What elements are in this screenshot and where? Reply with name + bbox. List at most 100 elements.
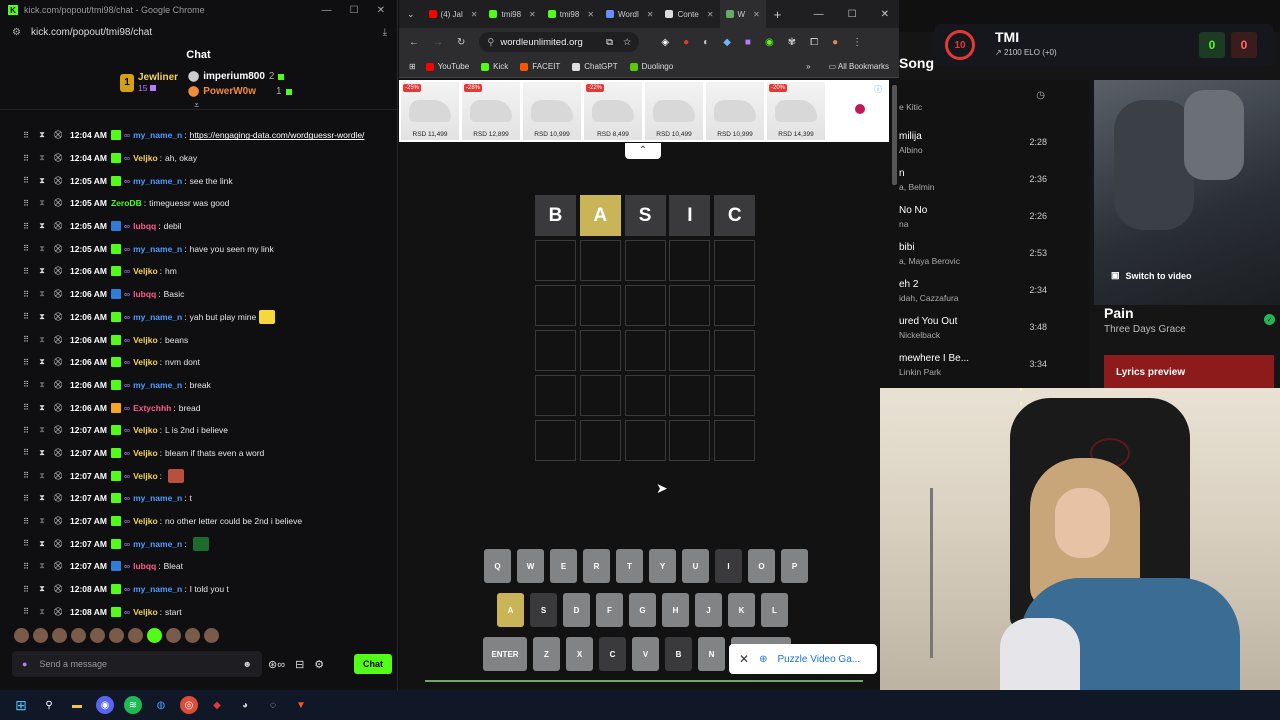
pin-icon[interactable]: ⠿ (22, 267, 30, 276)
ban-icon[interactable]: ⛒ (54, 380, 62, 390)
message-username[interactable]: my_name_n (133, 312, 182, 322)
switch-to-video-button[interactable]: ▣ Switch to video (1111, 270, 1192, 281)
emote-icon[interactable] (14, 628, 29, 643)
pin-icon[interactable]: ⠿ (22, 585, 30, 594)
timeout-icon[interactable]: ⧗ (38, 516, 46, 526)
browser-tab[interactable]: W ✕ (719, 0, 766, 28)
timeout-icon[interactable]: ⧗ (38, 289, 46, 299)
scrollbar[interactable] (892, 85, 897, 185)
browser-tab[interactable]: tmi98 ✕ (483, 0, 541, 28)
ad-product[interactable]: -20% RSD 14,399 (767, 82, 825, 140)
pin-icon[interactable]: ⠿ (22, 426, 30, 435)
ban-icon[interactable]: ⛒ (54, 266, 62, 276)
site-settings-icon[interactable]: ⚙ (12, 27, 21, 38)
timeout-icon[interactable]: ⧗ (38, 607, 46, 617)
timeout-icon[interactable]: ⧗ (38, 176, 46, 186)
close-tab-icon[interactable]: ✕ (707, 10, 714, 19)
extension-icon[interactable]: ● (683, 37, 689, 48)
apps-icon[interactable]: ⊞ (409, 62, 416, 71)
menu-icon[interactable]: ⋮ (852, 37, 862, 48)
keyboard-key[interactable]: P (781, 549, 808, 583)
new-tab-icon[interactable]: + (766, 7, 790, 22)
minimize-icon[interactable]: — (814, 9, 824, 20)
saved-check-icon[interactable]: ✓ (1264, 314, 1275, 325)
ban-icon[interactable]: ⛒ (54, 448, 62, 458)
extension-icon[interactable]: ◈ (661, 37, 669, 48)
timeout-icon[interactable]: ⧗ (38, 198, 46, 208)
maximize-icon[interactable]: ☐ (848, 9, 857, 20)
pin-icon[interactable]: ⠿ (22, 176, 30, 185)
ad-product[interactable]: -28% RSD 12,899 (462, 82, 520, 140)
ban-icon[interactable]: ⛒ (54, 198, 62, 208)
ban-icon[interactable]: ⛒ (54, 153, 62, 163)
message-username[interactable]: Veljko (133, 153, 158, 163)
obs-icon[interactable]: ◍ (152, 696, 170, 714)
keyboard-key[interactable]: E (550, 549, 577, 583)
extension-icon[interactable]: ■ (745, 37, 751, 48)
ban-icon[interactable]: ⛒ (54, 607, 62, 617)
keyboard-key[interactable]: C (599, 637, 626, 671)
ban-icon[interactable]: ⛒ (54, 584, 62, 594)
ban-icon[interactable]: ⛒ (54, 539, 62, 549)
ad-product[interactable]: RSD 10,999 (523, 82, 581, 140)
pin-icon[interactable]: ⠿ (22, 494, 30, 503)
message-username[interactable]: Veljko (133, 425, 158, 435)
keyboard-key[interactable]: A (497, 593, 524, 627)
emote-icon[interactable] (204, 628, 219, 643)
ban-icon[interactable]: ⛒ (54, 335, 62, 345)
spotify-track[interactable]: milija Albino 2:28 (899, 123, 1089, 160)
timeout-icon[interactable]: ⧗ (38, 380, 46, 390)
timeout-icon[interactable]: ⧗ (38, 221, 46, 231)
close-icon[interactable]: ✕ (377, 5, 385, 16)
emote-icon[interactable] (109, 628, 124, 643)
spotify-track[interactable]: mewhere I Be... Linkin Park 3:34 (899, 345, 1089, 382)
keyboard-key[interactable]: B (665, 637, 692, 671)
timeout-icon[interactable]: ⧗ (38, 335, 46, 345)
chat-url-bar[interactable]: ⚙ kick.com/popout/tmi98/chat ⤓ (0, 20, 397, 44)
chrome-icon[interactable]: ◎ (180, 696, 198, 714)
pin-icon[interactable]: ⠿ (22, 607, 30, 616)
pin-icon[interactable]: ⠿ (22, 517, 30, 526)
keyboard-key[interactable]: L (761, 593, 788, 627)
keyboard-key[interactable]: D (563, 593, 590, 627)
pin-icon[interactable]: ⠿ (22, 154, 30, 163)
file-explorer-icon[interactable]: ▬ (68, 696, 86, 714)
timeout-icon[interactable]: ⧗ (38, 425, 46, 435)
store-icon[interactable]: ⊟ (295, 658, 304, 671)
steam-icon[interactable]: ◕ (236, 696, 254, 714)
lyrics-preview[interactable]: Lyrics preview (1104, 355, 1274, 388)
ad-product[interactable]: RSD 10,999 (706, 82, 764, 140)
emote-icon[interactable] (71, 628, 86, 643)
keyboard-key[interactable]: S (530, 593, 557, 627)
keyboard-key[interactable]: J (695, 593, 722, 627)
forward-icon[interactable]: → (433, 37, 443, 48)
message-username[interactable]: my_name_n (133, 493, 182, 503)
pin-icon[interactable]: ⠿ (22, 562, 30, 571)
message-username[interactable]: my_name_n (133, 539, 182, 549)
emote-icon[interactable] (166, 628, 181, 643)
bookmark-star-icon[interactable]: ☆ (623, 37, 632, 48)
timeout-icon[interactable]: ⧗ (38, 153, 46, 163)
spotify-icon[interactable]: ≋ (124, 696, 142, 714)
pin-icon[interactable]: ⠿ (22, 471, 30, 480)
pin-icon[interactable]: ⠿ (22, 380, 30, 389)
message-username[interactable]: Veljko (133, 266, 158, 276)
keyboard-key[interactable]: N (698, 637, 725, 671)
discord-icon[interactable]: ◉ (96, 696, 114, 714)
emote-icon[interactable] (147, 628, 162, 643)
address-bar[interactable]: ⚲ wordleunlimited.org ⧉ ☆ (479, 32, 640, 52)
leaderboard-first[interactable]: 1 Jewliner 15 (120, 72, 178, 93)
timeout-icon[interactable]: ⧗ (38, 403, 46, 413)
spotify-track[interactable]: No No na 2:26 (899, 197, 1089, 234)
ban-icon[interactable]: ⛒ (54, 425, 62, 435)
ban-icon[interactable]: ⛒ (54, 516, 62, 526)
download-icon[interactable]: ⤓ (383, 27, 387, 38)
message-username[interactable]: Veljko (133, 516, 158, 526)
spotify-track[interactable]: eh 2 idah, Cazzafura 2:34 (899, 271, 1089, 308)
channel-points-icon[interactable]: ⊛∞ (268, 658, 285, 671)
close-tab-icon[interactable]: ✕ (529, 10, 536, 19)
timeout-icon[interactable]: ⧗ (38, 493, 46, 503)
install-icon[interactable]: ⧉ (606, 37, 613, 48)
browser-tab[interactable]: Conte ✕ (659, 0, 719, 28)
pin-icon[interactable]: ⠿ (22, 312, 30, 321)
